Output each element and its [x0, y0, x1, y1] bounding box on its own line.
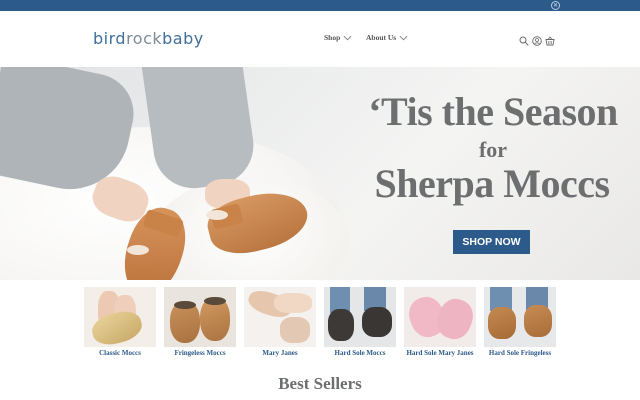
category-hard-sole-moccs[interactable]: Hard Sole Moccs — [324, 287, 396, 357]
hero-headline-line3: Sherpa Moccs — [374, 161, 610, 206]
category-thumbnail[interactable] — [324, 287, 396, 347]
category-label[interactable]: Fringeless Moccs — [164, 349, 236, 357]
nav-shop-label: Shop — [324, 33, 341, 42]
logo-part-bird: bird — [93, 29, 127, 48]
category-label[interactable]: Hard Sole Moccs — [324, 349, 396, 357]
category-thumbnail[interactable] — [404, 287, 476, 347]
chevron-down-icon — [399, 35, 408, 40]
logo-part-rock: rock — [126, 29, 163, 48]
nav-about-label: About Us — [366, 33, 397, 42]
hero-sherpa-cuff-right — [206, 210, 228, 220]
chevron-down-icon — [343, 35, 352, 40]
account-icon[interactable] — [532, 33, 542, 46]
category-classic-moccs[interactable]: Classic Moccs — [84, 287, 156, 357]
logo-part-baby: baby — [162, 29, 204, 48]
category-thumbnail[interactable] — [84, 287, 156, 347]
category-label[interactable]: Mary Janes — [244, 349, 316, 357]
category-thumbnail[interactable] — [484, 287, 556, 347]
category-label[interactable]: Classic Moccs — [84, 349, 156, 357]
category-mary-janes[interactable]: Mary Janes — [244, 287, 316, 357]
category-hard-sole-mary-janes[interactable]: Hard Sole Mary Janes — [404, 287, 476, 357]
site-logo[interactable]: birdrockbaby — [93, 29, 204, 48]
nav-shop[interactable]: Shop — [324, 33, 352, 42]
site-header: birdrockbaby Shop About Us — [0, 11, 640, 67]
hero-headline-line1: ‘Tis the Season — [368, 89, 618, 134]
search-icon[interactable] — [519, 33, 529, 46]
shop-now-button[interactable]: SHOP NOW — [453, 230, 530, 254]
hero-sherpa-cuff-left — [127, 245, 149, 255]
cart-icon[interactable] — [545, 33, 555, 46]
nav-about-us[interactable]: About Us — [366, 33, 408, 42]
category-strip: Classic Moccs Fringeless Moccs Mary Jane… — [84, 287, 560, 367]
category-hard-sole-fringeless[interactable]: Hard Sole Fringeless — [484, 287, 556, 357]
category-label[interactable]: Hard Sole Fringeless — [484, 349, 556, 357]
hero-banner[interactable]: ‘Tis the Season for Sherpa Moccs SHOP NO… — [0, 67, 640, 280]
header-icons — [519, 33, 555, 46]
close-icon[interactable]: ✕ — [551, 1, 560, 10]
category-label[interactable]: Hard Sole Mary Janes — [404, 349, 476, 357]
best-sellers-heading: Best Sellers — [278, 374, 362, 393]
category-thumbnail[interactable] — [164, 287, 236, 347]
announcement-bar: ✕ — [0, 0, 640, 11]
category-thumbnail[interactable] — [244, 287, 316, 347]
category-fringeless-moccs[interactable]: Fringeless Moccs — [164, 287, 236, 357]
